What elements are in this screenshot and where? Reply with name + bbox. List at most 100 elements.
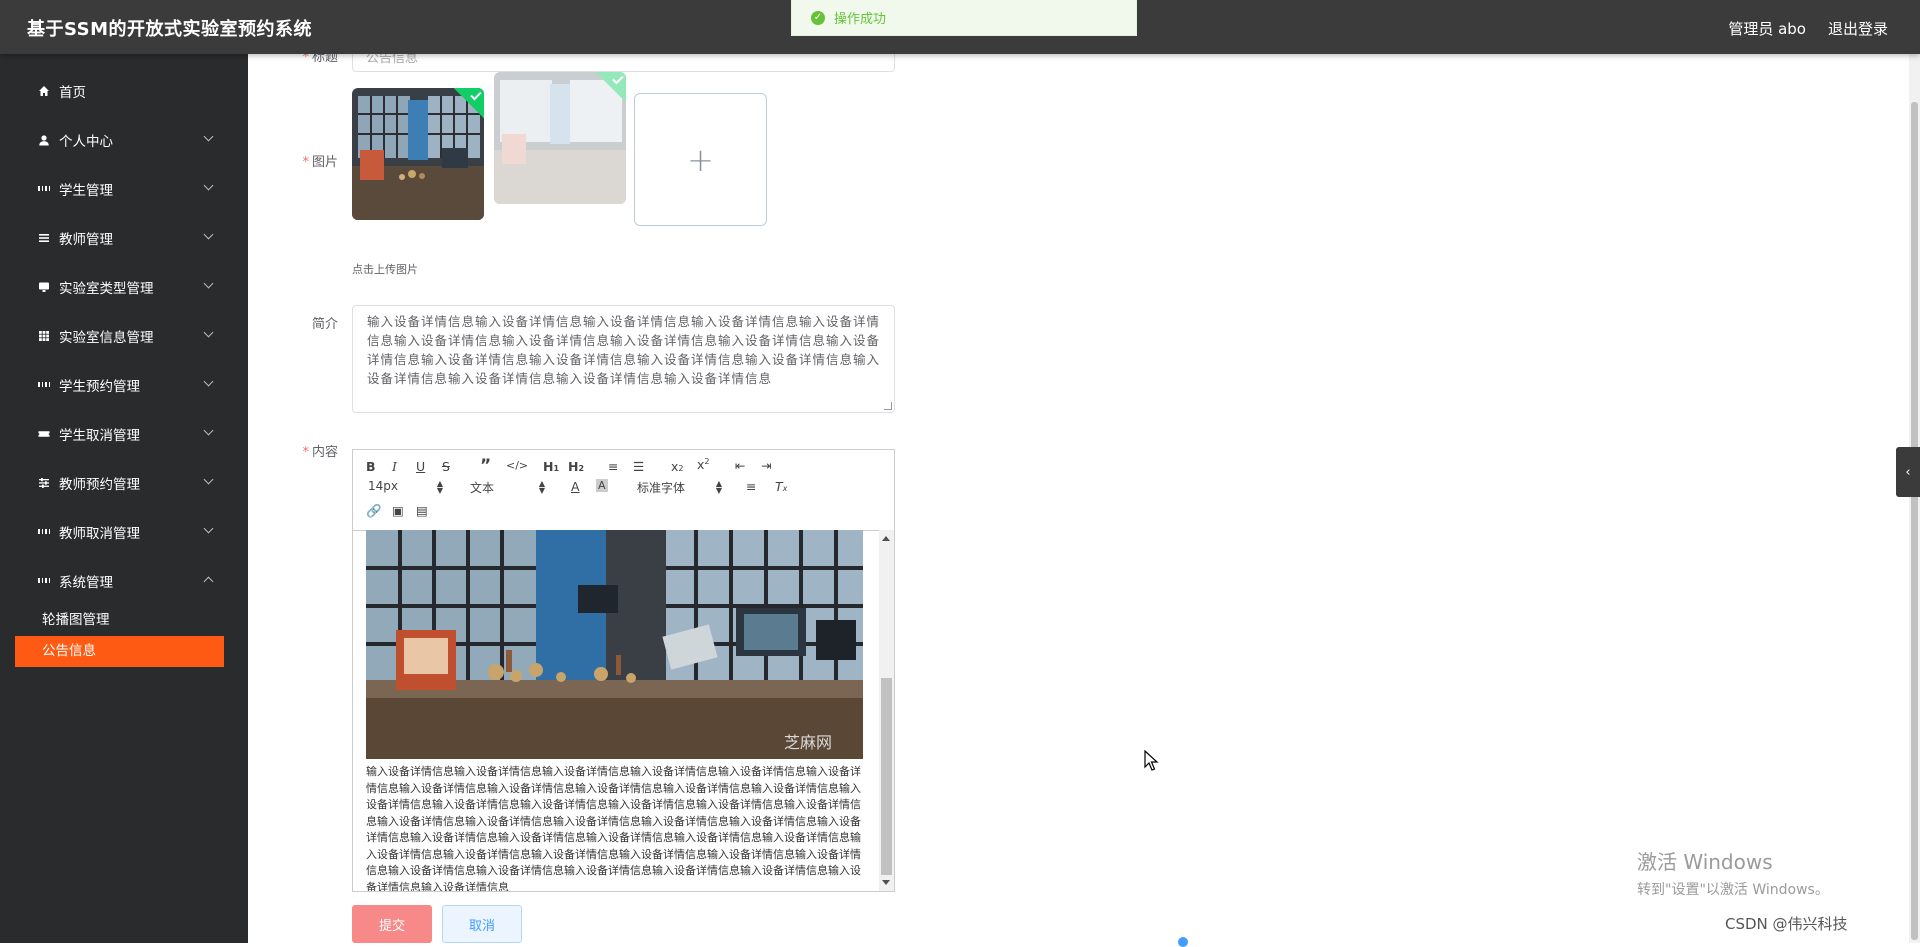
upload-image-button[interactable]: +: [634, 93, 767, 226]
sidebar-item-students[interactable]: 学生管理: [0, 164, 248, 213]
editor-scrollbar[interactable]: [879, 530, 894, 891]
resize-handle[interactable]: [884, 402, 892, 410]
ticket-icon: [38, 428, 50, 440]
editor-content-area[interactable]: 芝麻网 输入设备详情信息输入设备详情信息输入设备详情信息输入设备详情信息输入设备…: [353, 530, 880, 891]
chevron-down-icon: [203, 425, 214, 436]
sliders-icon: [38, 477, 50, 489]
submenu-item-announcements[interactable]: 公告信息: [15, 636, 224, 667]
lab-photo-image: [494, 72, 626, 204]
editor-paragraph: 输入设备详情信息输入设备详情信息输入设备详情信息输入设备详情信息输入设备详情信息…: [366, 765, 861, 891]
sidebar-item-student-reservations[interactable]: 学生预约管理: [0, 360, 248, 409]
superscript-button[interactable]: x2: [697, 457, 710, 472]
chevron-down-icon: [203, 131, 214, 142]
lab-photo-image: [352, 88, 484, 220]
sidebar-item-home[interactable]: 首页: [0, 66, 248, 115]
uploaded-image-thumbnail[interactable]: [352, 88, 484, 220]
logout-link[interactable]: 退出登录: [1828, 18, 1888, 39]
grid-icon: [38, 575, 50, 587]
indent-icon[interactable]: ⇥: [761, 458, 771, 473]
clear-format-button[interactable]: Tx: [775, 479, 787, 494]
subscript-button[interactable]: x2: [671, 459, 684, 474]
font-size-select[interactable]: 14px ▲ ▼: [368, 479, 443, 495]
summary-textarea[interactable]: 输入设备详情信息输入设备详情信息输入设备详情信息输入设备详情信息输入设备详情信息…: [352, 305, 895, 413]
text-color-button[interactable]: A: [571, 479, 580, 494]
sidebar-item-system[interactable]: 系统管理: [0, 556, 248, 605]
table-icon: [38, 330, 50, 342]
grid-icon: [38, 526, 50, 538]
sidebar-item-label: 学生取消管理: [59, 427, 140, 444]
image-watermark: 芝麻网: [784, 733, 832, 752]
header-actions: 管理员 abo 退出登录: [1728, 18, 1888, 39]
check-circle-icon: ✓: [811, 10, 825, 25]
list-icon: [38, 232, 50, 244]
collapse-panel-button[interactable]: ‹: [1896, 447, 1920, 497]
cancel-button[interactable]: 取消: [442, 905, 522, 943]
scroll-up-icon[interactable]: [882, 536, 890, 541]
sidebar-item-lab-types[interactable]: 实验室类型管理: [0, 262, 248, 311]
sidebar-item-profile[interactable]: 个人中心: [0, 115, 248, 164]
sidebar-item-label: 实验室信息管理: [59, 329, 154, 346]
background-color-button[interactable]: A: [596, 479, 608, 492]
bullet-list-button[interactable]: ☰: [633, 459, 644, 474]
lab-photo-image: 芝麻网: [366, 530, 863, 759]
mouse-cursor-icon: [1144, 750, 1159, 771]
sidebar-item-student-cancellations[interactable]: 学生取消管理: [0, 409, 248, 458]
italic-button[interactable]: I: [392, 459, 397, 474]
scroll-down-icon[interactable]: [882, 880, 890, 885]
submit-button[interactable]: 提交: [352, 905, 432, 943]
user-icon: [38, 134, 50, 146]
font-family-select[interactable]: 标准字体 ▲ ▼: [637, 479, 722, 496]
video-insert-icon[interactable]: ▤: [416, 503, 428, 518]
sidebar-item-label: 个人中心: [59, 133, 113, 150]
h2-button[interactable]: H2: [568, 459, 584, 474]
chevron-down-icon: [203, 376, 214, 387]
toast-message: 操作成功: [834, 12, 887, 27]
sidebar-item-label: 学生预约管理: [59, 378, 140, 395]
home-icon: [38, 85, 50, 97]
dragging-image-thumbnail[interactable]: [494, 72, 626, 204]
monitor-icon: [38, 281, 50, 293]
h1-button[interactable]: H1: [543, 459, 559, 474]
editor-toolbar: B I U S ” </> H1 H2 ≡ ☰ x2 x2 ⇤ ⇥ 14px ▲ ▼…: [353, 450, 894, 531]
sidebar-item-teacher-cancellations[interactable]: 教师取消管理: [0, 507, 248, 556]
format-select[interactable]: 文本 ▲ ▼: [470, 479, 545, 496]
chevron-down-icon: [203, 523, 214, 534]
title-label: * 标题: [302, 54, 338, 65]
chevron-down-icon: [203, 180, 214, 191]
upload-tip: 点击上传图片: [352, 263, 418, 276]
sidebar-item-label: 教师取消管理: [59, 525, 140, 542]
ordered-list-button[interactable]: ≡: [608, 459, 618, 474]
status-dot: [1178, 937, 1188, 947]
scrollbar-thumb[interactable]: [881, 678, 892, 875]
underline-button[interactable]: U: [416, 459, 425, 474]
sidebar-item-label: 教师预约管理: [59, 476, 140, 493]
align-icon[interactable]: ≡: [746, 479, 756, 494]
blockquote-button[interactable]: ”: [480, 456, 491, 476]
strike-button[interactable]: S: [442, 459, 450, 474]
sidebar-item-teachers[interactable]: 教师管理: [0, 213, 248, 262]
sidebar-item-lab-info[interactable]: 实验室信息管理: [0, 311, 248, 360]
grid-icon: [38, 183, 50, 195]
bold-button[interactable]: B: [366, 459, 376, 474]
code-block-button[interactable]: </>: [506, 459, 528, 472]
check-icon: [470, 89, 482, 101]
sidebar-item-label: 系统管理: [59, 574, 113, 591]
page-scrollbar-thumb[interactable]: [1911, 102, 1918, 940]
grid-icon: [38, 379, 50, 391]
plus-icon: +: [687, 140, 714, 179]
link-icon[interactable]: 🔗: [366, 503, 382, 519]
submenu-item-carousel[interactable]: 轮播图管理: [15, 605, 224, 636]
check-icon: [612, 73, 624, 85]
image-label: * 图片: [302, 155, 338, 170]
title-input[interactable]: 公告信息: [352, 54, 895, 72]
page-scrollbar[interactable]: [1909, 54, 1920, 943]
image-insert-icon[interactable]: ▣: [392, 503, 404, 518]
chevron-up-icon: [203, 576, 214, 587]
sidebar-item-label: 教师管理: [59, 231, 113, 248]
chevron-down-icon: [203, 278, 214, 289]
content-label: * 内容: [302, 445, 338, 460]
sidebar: 首页 个人中心 学生管理 教师管理 实验室类型管理 实验室信息管理 学生预约管理…: [0, 54, 248, 943]
outdent-icon[interactable]: ⇤: [735, 458, 745, 473]
current-user: 管理员 abo: [1728, 20, 1806, 38]
sidebar-item-teacher-reservations[interactable]: 教师预约管理: [0, 458, 248, 507]
